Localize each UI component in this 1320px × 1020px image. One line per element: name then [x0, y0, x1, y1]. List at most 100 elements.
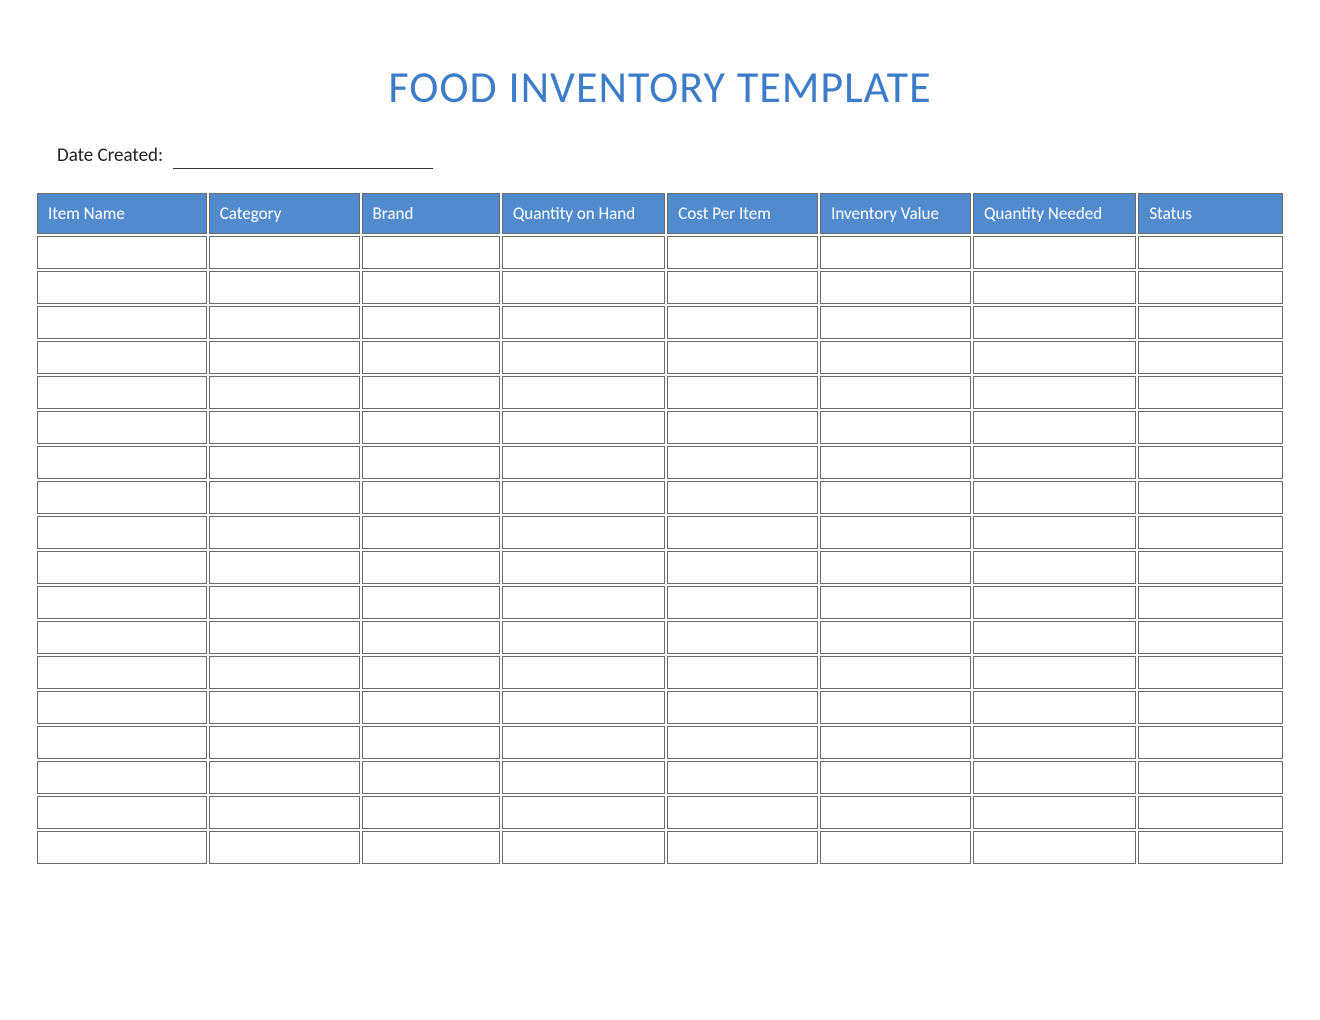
- table-cell[interactable]: [37, 831, 207, 864]
- table-cell[interactable]: [820, 586, 971, 619]
- table-cell[interactable]: [973, 726, 1136, 759]
- table-cell[interactable]: [362, 796, 500, 829]
- table-cell[interactable]: [502, 341, 665, 374]
- table-cell[interactable]: [37, 551, 207, 584]
- table-cell[interactable]: [973, 271, 1136, 304]
- table-cell[interactable]: [973, 341, 1136, 374]
- table-cell[interactable]: [820, 516, 971, 549]
- table-cell[interactable]: [502, 481, 665, 514]
- table-cell[interactable]: [820, 376, 971, 409]
- table-cell[interactable]: [667, 376, 818, 409]
- table-cell[interactable]: [667, 691, 818, 724]
- table-cell[interactable]: [973, 551, 1136, 584]
- table-cell[interactable]: [973, 656, 1136, 689]
- table-cell[interactable]: [37, 341, 207, 374]
- table-cell[interactable]: [1138, 656, 1283, 689]
- table-cell[interactable]: [209, 516, 360, 549]
- table-cell[interactable]: [973, 796, 1136, 829]
- table-cell[interactable]: [1138, 306, 1283, 339]
- table-cell[interactable]: [667, 831, 818, 864]
- table-cell[interactable]: [209, 656, 360, 689]
- table-cell[interactable]: [209, 761, 360, 794]
- table-cell[interactable]: [1138, 446, 1283, 479]
- table-cell[interactable]: [37, 376, 207, 409]
- table-cell[interactable]: [1138, 726, 1283, 759]
- table-cell[interactable]: [209, 586, 360, 619]
- table-cell[interactable]: [1138, 481, 1283, 514]
- table-cell[interactable]: [209, 271, 360, 304]
- table-cell[interactable]: [209, 621, 360, 654]
- table-cell[interactable]: [1138, 691, 1283, 724]
- table-cell[interactable]: [502, 761, 665, 794]
- table-cell[interactable]: [973, 481, 1136, 514]
- table-cell[interactable]: [37, 271, 207, 304]
- table-cell[interactable]: [209, 551, 360, 584]
- table-cell[interactable]: [973, 761, 1136, 794]
- table-cell[interactable]: [502, 621, 665, 654]
- table-cell[interactable]: [502, 271, 665, 304]
- table-cell[interactable]: [502, 796, 665, 829]
- table-cell[interactable]: [37, 796, 207, 829]
- table-cell[interactable]: [362, 586, 500, 619]
- table-cell[interactable]: [502, 516, 665, 549]
- table-cell[interactable]: [362, 236, 500, 269]
- table-cell[interactable]: [37, 726, 207, 759]
- table-cell[interactable]: [209, 341, 360, 374]
- table-cell[interactable]: [37, 656, 207, 689]
- table-cell[interactable]: [820, 761, 971, 794]
- table-cell[interactable]: [502, 551, 665, 584]
- table-cell[interactable]: [502, 411, 665, 444]
- table-cell[interactable]: [502, 376, 665, 409]
- table-cell[interactable]: [37, 446, 207, 479]
- table-cell[interactable]: [667, 586, 818, 619]
- table-cell[interactable]: [820, 656, 971, 689]
- table-cell[interactable]: [1138, 411, 1283, 444]
- table-cell[interactable]: [667, 446, 818, 479]
- table-cell[interactable]: [820, 306, 971, 339]
- table-cell[interactable]: [667, 761, 818, 794]
- table-cell[interactable]: [502, 726, 665, 759]
- table-cell[interactable]: [667, 411, 818, 444]
- table-cell[interactable]: [820, 831, 971, 864]
- table-cell[interactable]: [502, 586, 665, 619]
- table-cell[interactable]: [209, 796, 360, 829]
- table-cell[interactable]: [362, 481, 500, 514]
- table-cell[interactable]: [973, 831, 1136, 864]
- table-cell[interactable]: [1138, 796, 1283, 829]
- date-created-field[interactable]: [173, 146, 433, 169]
- table-cell[interactable]: [973, 516, 1136, 549]
- table-cell[interactable]: [667, 656, 818, 689]
- table-cell[interactable]: [209, 831, 360, 864]
- table-cell[interactable]: [820, 271, 971, 304]
- table-cell[interactable]: [1138, 586, 1283, 619]
- table-cell[interactable]: [820, 446, 971, 479]
- table-cell[interactable]: [973, 446, 1136, 479]
- table-cell[interactable]: [1138, 621, 1283, 654]
- table-cell[interactable]: [502, 656, 665, 689]
- table-cell[interactable]: [820, 551, 971, 584]
- table-cell[interactable]: [502, 446, 665, 479]
- table-cell[interactable]: [667, 481, 818, 514]
- table-cell[interactable]: [209, 691, 360, 724]
- table-cell[interactable]: [502, 236, 665, 269]
- table-cell[interactable]: [362, 446, 500, 479]
- table-cell[interactable]: [209, 236, 360, 269]
- table-cell[interactable]: [37, 761, 207, 794]
- table-cell[interactable]: [820, 236, 971, 269]
- table-cell[interactable]: [502, 831, 665, 864]
- table-cell[interactable]: [667, 551, 818, 584]
- table-cell[interactable]: [1138, 271, 1283, 304]
- table-cell[interactable]: [820, 411, 971, 444]
- table-cell[interactable]: [209, 411, 360, 444]
- table-cell[interactable]: [362, 516, 500, 549]
- table-cell[interactable]: [362, 656, 500, 689]
- table-cell[interactable]: [502, 306, 665, 339]
- table-cell[interactable]: [667, 726, 818, 759]
- table-cell[interactable]: [820, 726, 971, 759]
- table-cell[interactable]: [37, 586, 207, 619]
- table-cell[interactable]: [362, 306, 500, 339]
- table-cell[interactable]: [37, 306, 207, 339]
- table-cell[interactable]: [37, 481, 207, 514]
- table-cell[interactable]: [667, 306, 818, 339]
- table-cell[interactable]: [362, 761, 500, 794]
